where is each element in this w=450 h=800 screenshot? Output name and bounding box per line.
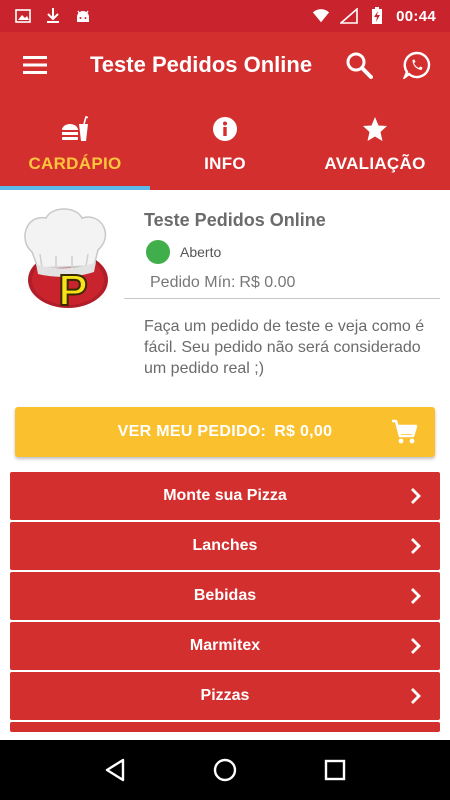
info-icon	[213, 117, 237, 141]
menu-category-item-partial[interactable]	[10, 722, 440, 732]
menu-category-item[interactable]: Marmitex	[10, 622, 440, 670]
restaurant-name: Teste Pedidos Online	[144, 210, 326, 230]
status-bar: 00:44	[0, 0, 450, 32]
download-icon	[44, 7, 62, 25]
recents-button[interactable]	[315, 750, 355, 790]
menu-category-label: Lanches	[192, 537, 258, 554]
restaurant-description: Faça um pedido de teste e veja como é fá…	[144, 318, 425, 377]
order-total: R$ 0,00	[274, 423, 333, 440]
status-label: Aberto	[180, 244, 222, 260]
menu-category-item[interactable]: Lanches	[10, 522, 440, 570]
chevron-right-icon	[411, 638, 421, 654]
back-icon	[105, 758, 125, 782]
tab-cardapio[interactable]: CARDÁPIO	[0, 98, 150, 190]
menu-category-label: Pizzas	[200, 687, 250, 704]
signal-icon	[340, 7, 358, 25]
menu-category-label: Bebidas	[193, 587, 257, 604]
screen: 00:44 Teste Pedidos Online CARDÁPIO INFO	[0, 0, 450, 800]
tab-label: CARDÁPIO	[28, 154, 122, 173]
status-indicator-dot	[146, 240, 170, 264]
search-icon	[346, 52, 373, 79]
tab-label: AVALIAÇÃO	[324, 154, 426, 173]
chevron-right-icon	[411, 688, 421, 704]
restaurant-info: P Teste Pedidos Online Aberto Pedido Mín…	[0, 190, 450, 400]
divider	[124, 298, 440, 299]
restaurant-status: Aberto	[146, 240, 221, 264]
star-icon	[363, 117, 387, 141]
hamburger-menu-icon	[23, 56, 47, 74]
restaurant-logo: P	[24, 208, 108, 310]
app-title: Teste Pedidos Online	[90, 52, 313, 77]
food-drink-icon	[62, 116, 89, 141]
order-button-label: VER MEU PEDIDO:	[117, 423, 267, 440]
menu-category-item[interactable]: Bebidas	[10, 572, 440, 620]
battery-charging-icon	[368, 7, 386, 25]
tab-label: INFO	[204, 154, 246, 173]
menu-category-item[interactable]: Monte sua Pizza	[10, 472, 440, 520]
system-nav-bar	[0, 740, 450, 800]
search-button[interactable]	[330, 32, 388, 98]
cart-icon	[392, 419, 417, 444]
home-icon	[213, 758, 237, 782]
chevron-right-icon	[411, 588, 421, 604]
status-time: 00:44	[396, 7, 436, 25]
android-icon	[74, 7, 92, 25]
min-order: Pedido Mín: R$ 0.00	[150, 274, 299, 292]
wifi-icon	[312, 7, 330, 25]
menu-button[interactable]	[0, 32, 70, 98]
logo-letter: P	[58, 266, 87, 310]
whatsapp-icon	[403, 51, 431, 79]
menu-category-list: Monte sua Pizza Lanches Bebidas Marmitex…	[10, 472, 440, 734]
min-order-label: Pedido Mín:	[150, 274, 236, 291]
back-button[interactable]	[95, 750, 135, 790]
image-icon	[14, 7, 32, 25]
chevron-right-icon	[411, 488, 421, 504]
menu-category-item[interactable]: Pizzas	[10, 672, 440, 720]
min-order-value: R$ 0.00	[239, 274, 296, 291]
app-bar: Teste Pedidos Online	[0, 32, 450, 98]
tab-info[interactable]: INFO	[150, 98, 300, 190]
whatsapp-button[interactable]	[388, 32, 446, 98]
tab-avaliacao[interactable]: AVALIAÇÃO	[300, 98, 450, 190]
chevron-right-icon	[411, 538, 421, 554]
menu-category-label: Monte sua Pizza	[163, 487, 287, 504]
tab-bar: CARDÁPIO INFO AVALIAÇÃO	[0, 98, 450, 190]
recents-icon	[324, 759, 346, 781]
home-button[interactable]	[205, 750, 245, 790]
view-order-button[interactable]: VER MEU PEDIDO: R$ 0,00	[15, 407, 435, 457]
menu-category-label: Marmitex	[189, 637, 261, 654]
